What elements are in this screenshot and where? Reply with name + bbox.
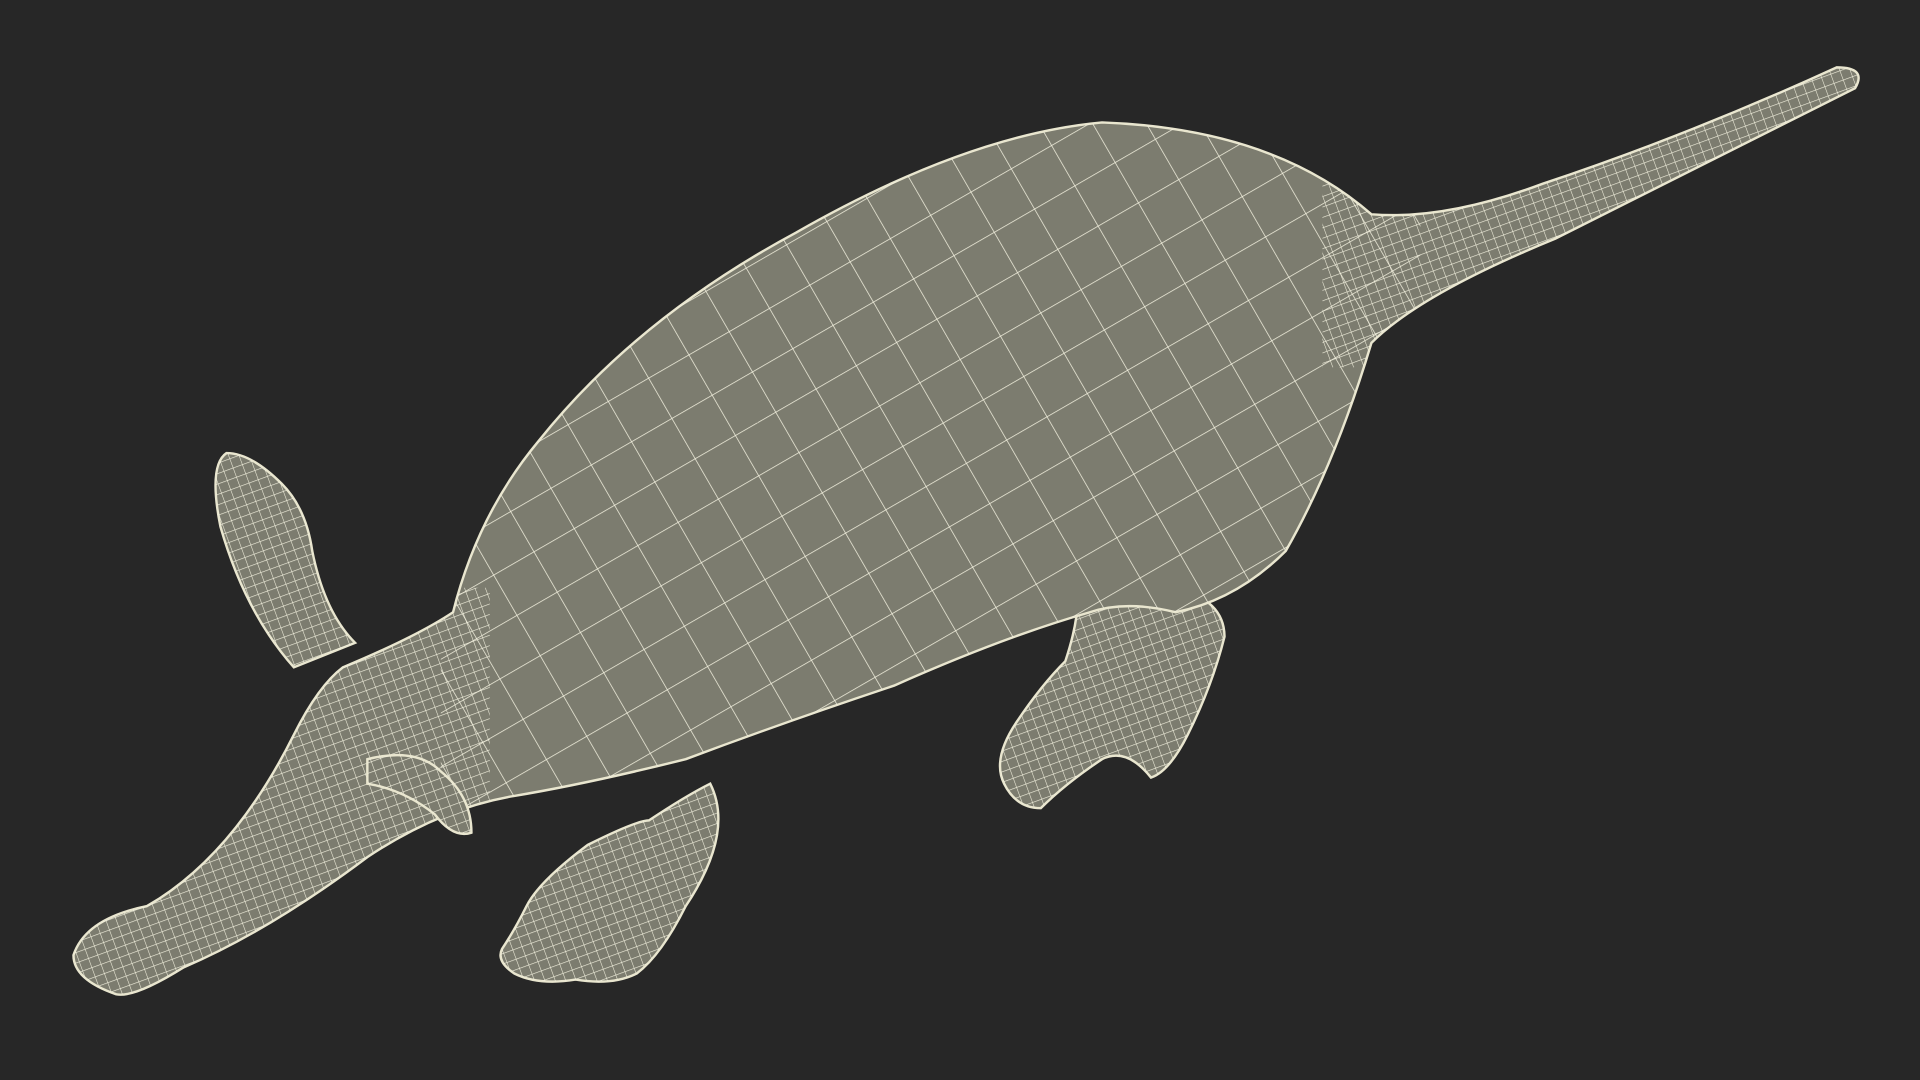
ear-upright xyxy=(214,451,358,669)
aardvark-wireframe xyxy=(72,66,1860,996)
render-viewport xyxy=(0,0,1920,1080)
fore-leg xyxy=(499,782,720,983)
body-mesh xyxy=(72,66,1860,996)
